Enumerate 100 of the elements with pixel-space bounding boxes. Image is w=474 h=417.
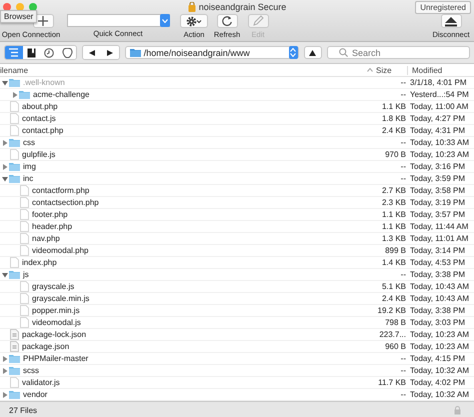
modified-date: Today, 4:27 PM	[409, 114, 466, 123]
forward-icon	[106, 50, 113, 56]
file-size: 1.3 KB	[380, 234, 406, 243]
file-name[interactable]: css	[23, 138, 35, 147]
file-name[interactable]: vendor	[23, 390, 48, 399]
window-title: noiseandgrain Secure	[198, 2, 286, 12]
file-size: --	[400, 366, 406, 375]
file-name[interactable]: grayscale.min.js	[32, 294, 90, 303]
modified-date: Today, 11:00 AM	[409, 102, 470, 111]
file-name[interactable]: contact.js	[22, 114, 56, 123]
file-name[interactable]: img	[23, 162, 36, 171]
file-size: 223.7...	[378, 330, 406, 339]
file-size: 2.4 KB	[380, 126, 406, 135]
disclosure-triangle[interactable]	[0, 354, 9, 364]
disclosure-triangle[interactable]	[0, 162, 9, 172]
stepper-icon	[290, 48, 296, 57]
modified-date: Today, 3:59 PM	[409, 174, 466, 183]
file-name[interactable]: PHPMailer-master	[23, 354, 88, 363]
folder-icon	[9, 78, 20, 87]
file-icon	[20, 293, 29, 304]
parent-folder-button[interactable]	[304, 46, 322, 59]
modified-date: Today, 3:03 PM	[409, 318, 466, 327]
disclosure-triangle[interactable]	[0, 366, 9, 376]
modified-date: Today, 3:38 PM	[409, 306, 466, 315]
file-name[interactable]: grayscale.js	[32, 282, 74, 291]
lock-icon	[188, 2, 196, 12]
file-name[interactable]: header.php	[32, 222, 72, 231]
file-name[interactable]: contact.php	[22, 126, 64, 135]
modified-date: Today, 10:43 AM	[409, 294, 470, 303]
close-button[interactable]	[3, 2, 11, 10]
file-name[interactable]: validator.js	[22, 378, 60, 387]
gear-icon	[186, 16, 202, 26]
column-header[interactable]: ilename	[0, 66, 367, 74]
file-size: 2.7 KB	[380, 186, 406, 195]
file-size: 19.2 KB	[376, 306, 406, 315]
file-name[interactable]: contactform.php	[32, 186, 90, 195]
folder-icon	[9, 162, 20, 171]
pencil-icon	[252, 15, 264, 27]
modified-date: Yesterd...:54 PM	[409, 90, 470, 99]
file-name[interactable]: nav.php	[32, 234, 60, 243]
file-name[interactable]: videomodal.js	[32, 318, 81, 327]
file-name[interactable]: inc	[23, 174, 34, 183]
search-icon	[339, 48, 348, 57]
zoom-button[interactable]	[29, 2, 37, 10]
book-icon	[27, 48, 36, 58]
modified-date: Today, 3:58 PM	[409, 186, 466, 195]
modified-date: Today, 3:19 PM	[409, 198, 466, 207]
file-name[interactable]: acme-challenge	[33, 90, 90, 99]
modified-date: Today, 10:43 AM	[409, 282, 470, 291]
path-dropdown[interactable]: /home/noiseandgrain/www	[124, 46, 299, 59]
file-size: 2.3 KB	[380, 198, 406, 207]
file-icon	[10, 101, 19, 112]
file-size: 1.1 KB	[380, 102, 406, 111]
back-icon	[89, 50, 96, 56]
file-size: 1.1 KB	[380, 222, 406, 231]
clock-icon	[44, 48, 54, 58]
folder-icon	[9, 138, 20, 147]
column-header[interactable]: Modified	[408, 66, 474, 74]
file-size: --	[400, 162, 406, 171]
file-name[interactable]: contactsection.php	[32, 198, 99, 207]
file-icon	[10, 125, 19, 136]
file-name[interactable]: package.json	[22, 342, 70, 351]
file-name[interactable]: package-lock.json	[22, 330, 86, 339]
folder-icon	[9, 270, 20, 279]
file-name[interactable]: popper.min.js	[32, 306, 80, 315]
file-size: --	[400, 90, 406, 99]
disclosure-triangle[interactable]	[0, 390, 9, 400]
file-name[interactable]: index.php	[22, 258, 57, 267]
file-name[interactable]: footer.php	[32, 210, 68, 219]
file-size: --	[400, 270, 406, 279]
modified-date: Today, 3:57 PM	[409, 210, 466, 219]
file-size: --	[400, 174, 406, 183]
file-size: 11.7 KB	[377, 378, 406, 387]
file-icon	[20, 233, 29, 244]
file-name[interactable]: about.php	[22, 102, 58, 111]
file-size: 1.1 KB	[380, 210, 406, 219]
file-name[interactable]: gulpfile.js	[22, 150, 56, 159]
file-icon	[20, 305, 29, 316]
refresh-icon	[221, 15, 233, 27]
modified-date: Today, 11:01 AM	[409, 234, 470, 243]
file-name[interactable]: scss	[23, 366, 39, 375]
column-header[interactable]: Size	[376, 66, 408, 74]
search-field[interactable]: Search	[327, 46, 470, 59]
file-name[interactable]: videomodal.php	[32, 246, 88, 255]
modified-date: Today, 4:53 PM	[409, 258, 466, 267]
file-name[interactable]: js	[23, 270, 29, 279]
file-icon	[20, 185, 29, 196]
file-icon	[20, 209, 29, 220]
folder-icon	[9, 354, 20, 363]
file-size: 1.4 KB	[380, 258, 406, 267]
modified-date: Today, 3:16 PM	[409, 162, 466, 171]
up-triangle-icon	[309, 50, 316, 56]
file-icon	[20, 317, 29, 328]
unregistered-button[interactable]: Unregistered	[415, 1, 471, 14]
file-size: 899 B	[384, 246, 406, 255]
file-size: 1.8 KB	[380, 114, 406, 123]
face-outline-icon	[62, 48, 73, 58]
disclosure-triangle[interactable]	[0, 138, 9, 148]
disclosure-triangle[interactable]	[10, 90, 19, 100]
quick-connect-field[interactable]	[66, 14, 170, 27]
